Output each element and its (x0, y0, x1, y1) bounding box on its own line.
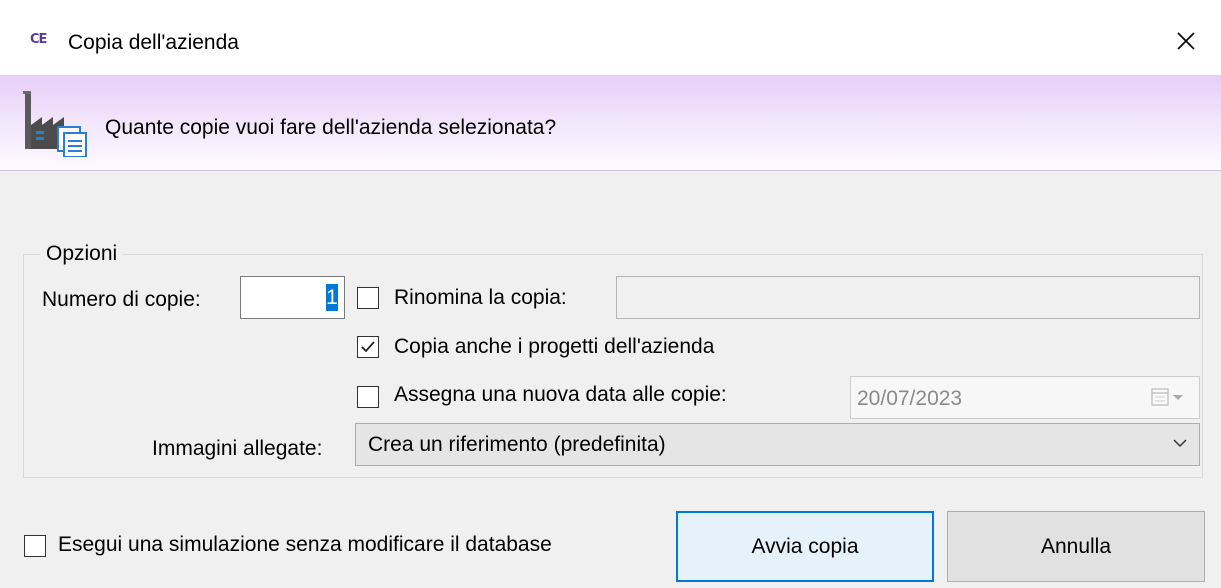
images-select[interactable]: Crea un riferimento (predefinita) (355, 423, 1200, 466)
rename-field[interactable] (616, 276, 1200, 319)
calendar-dropdown-icon[interactable] (1151, 387, 1187, 407)
new-date-checkbox[interactable] (357, 386, 379, 408)
date-picker[interactable]: 20/07/2023 (850, 376, 1200, 419)
images-label: Immagini allegate: (152, 437, 323, 460)
banner-question: Quante copie vuoi fare dell'azienda sele… (105, 116, 557, 139)
copy-company-dialog: CE Copia dell'azienda Quante copie vuoi … (0, 0, 1221, 588)
app-logo-icon: CE (30, 32, 47, 47)
start-copy-button[interactable]: Avvia copia (676, 511, 934, 582)
close-button[interactable] (1160, 18, 1212, 64)
copies-input[interactable]: 1 (240, 276, 345, 319)
date-value: 20/07/2023 (857, 387, 963, 410)
copies-value: 1 (326, 284, 338, 311)
chevron-down-icon (1173, 439, 1187, 448)
header-banner: Quante copie vuoi fare dell'azienda sele… (0, 75, 1221, 171)
factory-copy-icon (23, 91, 87, 157)
close-icon (1177, 32, 1195, 50)
title-bar: CE Copia dell'azienda (0, 0, 1221, 75)
cancel-button[interactable]: Annulla (947, 511, 1205, 582)
rename-label: Rinomina la copia: (394, 286, 567, 309)
copy-projects-checkbox[interactable] (357, 336, 379, 358)
copies-label: Numero di copie: (42, 288, 201, 311)
images-selected-value: Crea un riferimento (predefinita) (368, 433, 666, 456)
window-title: Copia dell'azienda (68, 31, 239, 54)
simulate-label: Esegui una simulazione senza modificare … (58, 533, 552, 556)
checkmark-icon (361, 341, 375, 353)
new-date-label: Assegna una nuova data alle copie: (394, 383, 727, 406)
copy-projects-label: Copia anche i progetti dell'azienda (394, 335, 715, 358)
simulate-checkbox[interactable] (24, 535, 46, 557)
rename-checkbox[interactable] (357, 287, 379, 309)
options-group-title: Opzioni (40, 242, 124, 266)
